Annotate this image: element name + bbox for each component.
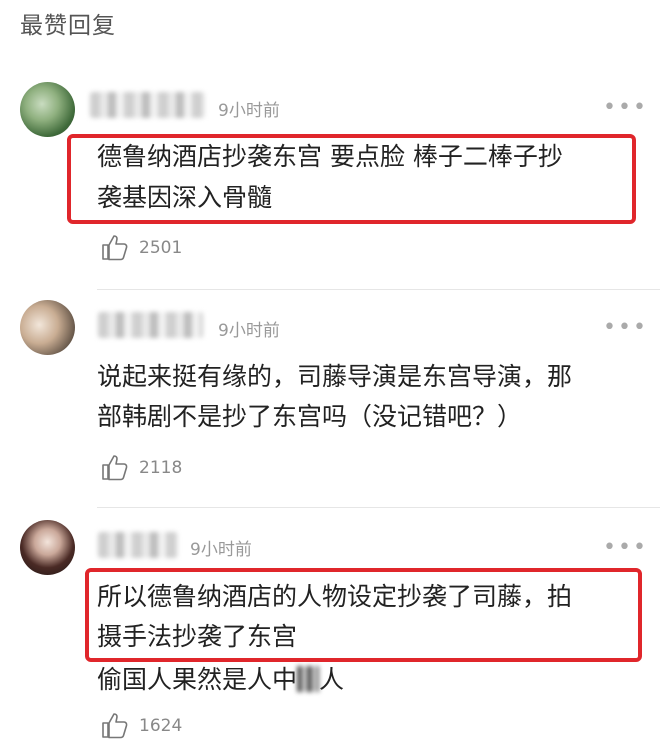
- comment-text-line2: 摄手法抄袭了东宫: [97, 622, 298, 651]
- comment-text-line3-part1: 偷国人果然是人中: [97, 665, 298, 694]
- comment-text-line1: 德鲁纳酒店抄袭东宫 要点脸 棒子二棒子抄: [97, 142, 563, 171]
- comment-text-line3: 偷国人果然是人中人: [97, 660, 344, 700]
- comment-text-line3-part2: 人: [319, 665, 345, 694]
- more-dots-icon[interactable]: •••: [603, 317, 648, 339]
- thumbs-up-icon[interactable]: [100, 232, 130, 262]
- comment-time: 9小时前: [190, 540, 252, 560]
- username-blurred[interactable]: [90, 92, 205, 118]
- blurred-character: [297, 666, 320, 692]
- comment-text-line1: 所以德鲁纳酒店的人物设定抄袭了司藤，拍: [97, 582, 573, 611]
- like-count: 1624: [139, 716, 183, 736]
- divider: [97, 507, 660, 508]
- thumbs-up-icon[interactable]: [100, 452, 130, 482]
- comment-text-line2: 部韩剧不是抄了东宫吗（没记错吧？）: [97, 402, 523, 431]
- divider: [97, 289, 660, 290]
- thumbs-up-icon[interactable]: [100, 710, 130, 740]
- username-blurred[interactable]: [98, 532, 178, 558]
- avatar[interactable]: [20, 520, 75, 575]
- username-blurred[interactable]: [98, 312, 203, 338]
- section-title: 最赞回复: [20, 13, 116, 39]
- avatar[interactable]: [20, 82, 75, 137]
- like-count: 2501: [139, 238, 183, 258]
- avatar[interactable]: [20, 300, 75, 355]
- comment-time: 9小时前: [218, 321, 280, 341]
- more-dots-icon[interactable]: •••: [603, 97, 648, 119]
- more-dots-icon[interactable]: •••: [603, 537, 648, 559]
- comment-text-line1: 说起来挺有缘的，司藤导演是东宫导演，那: [97, 362, 573, 391]
- comment-text-line2: 袭基因深入骨髓: [97, 183, 273, 212]
- comment-time: 9小时前: [218, 101, 280, 121]
- like-count: 2118: [139, 458, 183, 478]
